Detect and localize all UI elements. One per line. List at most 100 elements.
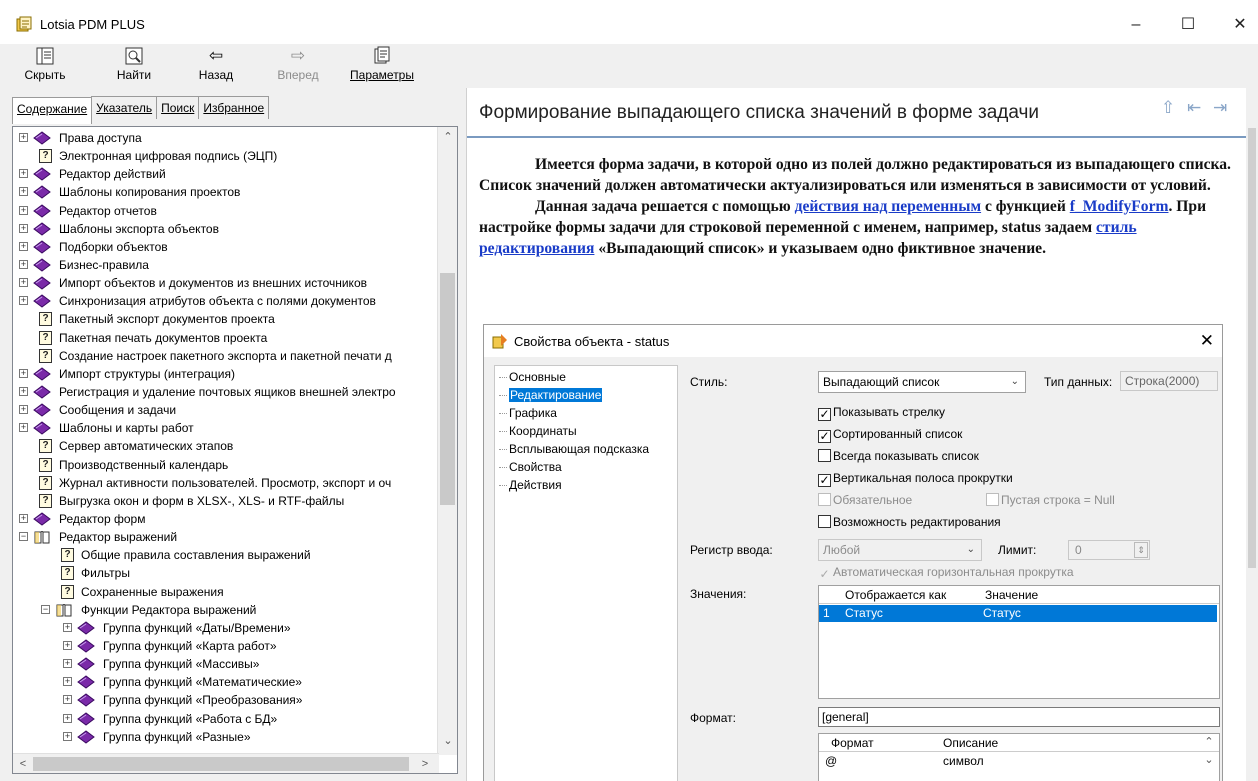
find-button[interactable]: Найти <box>112 46 156 82</box>
expand-icon[interactable]: + <box>19 368 28 378</box>
tree-item[interactable]: + Права доступа <box>13 129 433 147</box>
nav-item-editing[interactable]: Редактирование <box>499 388 603 402</box>
case-select[interactable]: Любой ⌄ <box>818 539 982 561</box>
tree-item[interactable]: + Шаблоны экспорта объектов <box>13 220 433 238</box>
expand-icon[interactable]: + <box>19 169 28 179</box>
expand-icon[interactable]: + <box>19 133 28 142</box>
expand-icon[interactable]: + <box>63 731 72 741</box>
limit-stepper[interactable]: 0 ⇕ <box>1068 540 1150 560</box>
previous-topic-icon[interactable]: ⇤ <box>1187 98 1201 118</box>
vertical-scroll-checkbox[interactable]: ✓ Вертикальная полоса прокрутки <box>818 471 1013 487</box>
nav-item-coordinates[interactable]: Координаты <box>499 424 577 438</box>
tree-item[interactable]: ? Создание настроек пакетного экспорта и … <box>13 347 433 365</box>
scroll-up-icon[interactable]: ⌃ <box>1201 734 1217 750</box>
scroll-up-icon[interactable]: ⌃ <box>440 129 456 145</box>
tree-item[interactable]: + Редактор отчетов <box>13 202 433 220</box>
tree-item[interactable]: ? Сохраненные выражения <box>13 583 433 601</box>
expand-icon[interactable]: + <box>63 640 72 650</box>
maximize-button[interactable]: ☐ <box>1176 14 1200 36</box>
tree-horizontal-scrollbar[interactable]: < > <box>13 753 439 773</box>
tree-hscroll-thumb[interactable] <box>33 757 409 771</box>
expand-icon[interactable]: + <box>19 296 28 306</box>
up-topic-icon[interactable]: ⇧ <box>1161 98 1175 118</box>
scroll-down-icon[interactable]: ⌄ <box>440 733 456 749</box>
values-grid[interactable]: Отображается как Значение 1 Статус Стату… <box>818 585 1220 699</box>
scroll-down-icon[interactable]: ⌄ <box>1201 752 1217 768</box>
always-show-list-checkbox[interactable]: Всегда показывать список <box>818 449 979 463</box>
collapse-icon[interactable]: − <box>19 532 28 542</box>
empty-null-checkbox[interactable]: Пустая строка = Null <box>986 493 1115 507</box>
dialog-close-icon[interactable]: ✕ <box>1200 331 1214 351</box>
nav-item-graphics[interactable]: Графика <box>499 406 557 420</box>
tree-item[interactable]: + Бизнес-правила <box>13 256 433 274</box>
table-row[interactable]: 1 Статус Статус <box>819 605 1217 622</box>
tree-vertical-scrollbar[interactable]: ⌃ ⌄ <box>437 127 457 755</box>
expand-icon[interactable]: + <box>19 205 28 215</box>
back-button[interactable]: ⇦ Назад <box>194 46 238 82</box>
tree-item[interactable]: + Импорт структуры (интеграция) <box>13 365 433 383</box>
tab-contents[interactable]: Содержание <box>12 97 93 124</box>
hide-button[interactable]: Скрыть <box>22 46 68 82</box>
tree-item[interactable]: + Группа функций «Разные» <box>13 728 433 746</box>
expand-icon[interactable]: + <box>19 223 28 233</box>
tab-search[interactable]: Поиск <box>156 96 200 119</box>
sorted-list-checkbox[interactable]: ✓ Сортированный список <box>818 427 962 443</box>
tree-item[interactable]: + Группа функций «Массивы» <box>13 655 433 673</box>
close-button[interactable]: ✕ <box>1228 14 1252 36</box>
table-row[interactable]: @ символ <box>819 753 1199 770</box>
expand-icon[interactable]: + <box>63 677 72 687</box>
tree-item[interactable]: + Редактор действий <box>13 165 433 183</box>
cell-value[interactable]: Статус <box>983 605 1021 622</box>
format-input[interactable]: [general] <box>818 707 1220 727</box>
expand-icon[interactable]: + <box>19 241 28 251</box>
tree-item[interactable]: ? Пакетная печать документов проекта <box>13 329 433 347</box>
collapse-icon[interactable]: − <box>41 604 50 614</box>
tree-item[interactable]: + Группа функций «Даты/Времени» <box>13 619 433 637</box>
topic-scroll-thumb[interactable] <box>1248 128 1256 568</box>
tree-item[interactable]: ? Фильтры <box>13 564 433 582</box>
forward-button[interactable]: ⇨ Вперед <box>274 46 322 82</box>
link-f-modifyform[interactable]: f_ModifyForm <box>1070 198 1169 215</box>
expand-icon[interactable]: + <box>63 713 72 723</box>
link-variable-actions[interactable]: действия над переменным <box>795 198 982 215</box>
nav-item-general[interactable]: Основные <box>499 370 566 384</box>
tree-item[interactable]: + Группа функций «Карта работ» <box>13 637 433 655</box>
tree-item[interactable]: + Подборки объектов <box>13 238 433 256</box>
expand-icon[interactable]: + <box>63 695 72 705</box>
auto-hscroll-checkbox[interactable]: ✓ Автоматическая горизонтальная прокрутка <box>818 565 1073 582</box>
tree-item[interactable]: ? Выгрузка окон и форм в XLSX-, XLS- и RT… <box>13 492 433 510</box>
tree-item[interactable]: − Функции Редактора выражений <box>13 601 433 619</box>
expand-icon[interactable]: + <box>19 386 28 396</box>
format-grid[interactable]: Формат Описание @ символ ⌃ ⌄ <box>818 733 1220 781</box>
minimize-button[interactable]: – <box>1124 14 1148 36</box>
tab-favorites[interactable]: Избранное <box>198 96 270 119</box>
tree-item[interactable]: + Шаблоны и карты работ <box>13 419 433 437</box>
tree-item[interactable]: + Синхронизация атрибутов объекта с полям… <box>13 292 433 310</box>
tree-item[interactable]: + Группа функций «Математические» <box>13 673 433 691</box>
tree-item[interactable]: − Редактор выражений <box>13 528 433 546</box>
tree-item[interactable]: ? Пакетный экспорт документов проекта <box>13 310 433 328</box>
topic-vertical-scrollbar[interactable] <box>1246 88 1258 781</box>
nav-item-tooltip[interactable]: Всплывающая подсказка <box>499 442 649 456</box>
tree-item[interactable]: + Группа функций «Преобразования» <box>13 691 433 709</box>
tree-item[interactable]: ? Общие правила составления выражений <box>13 546 433 564</box>
expand-icon[interactable]: + <box>19 405 28 415</box>
tree-scroll-thumb[interactable] <box>440 273 455 505</box>
scroll-right-icon[interactable]: > <box>417 756 433 772</box>
scroll-left-icon[interactable]: < <box>15 756 31 772</box>
tab-index[interactable]: Указатель <box>91 96 158 119</box>
show-arrow-checkbox[interactable]: ✓ Показывать стрелку <box>818 405 945 421</box>
expand-icon[interactable]: + <box>19 423 28 433</box>
tree-item[interactable]: + Импорт объектов и документов из внешних… <box>13 274 433 292</box>
tree-item[interactable]: + Сообщения и задачи <box>13 401 433 419</box>
tree-item[interactable]: + Редактор форм <box>13 510 433 528</box>
spinner-icon[interactable]: ⇕ <box>1134 542 1148 558</box>
required-checkbox[interactable]: Обязательное <box>818 493 912 507</box>
expand-icon[interactable]: + <box>19 513 28 523</box>
expand-icon[interactable]: + <box>19 187 28 197</box>
tree-item[interactable]: + Шаблоны копирования проектов <box>13 183 433 201</box>
next-topic-icon[interactable]: ⇥ <box>1213 98 1227 118</box>
tree-item[interactable]: ? Производственный календарь <box>13 456 433 474</box>
editable-checkbox[interactable]: Возможность редактирования <box>818 515 1001 529</box>
expand-icon[interactable]: + <box>63 622 72 632</box>
